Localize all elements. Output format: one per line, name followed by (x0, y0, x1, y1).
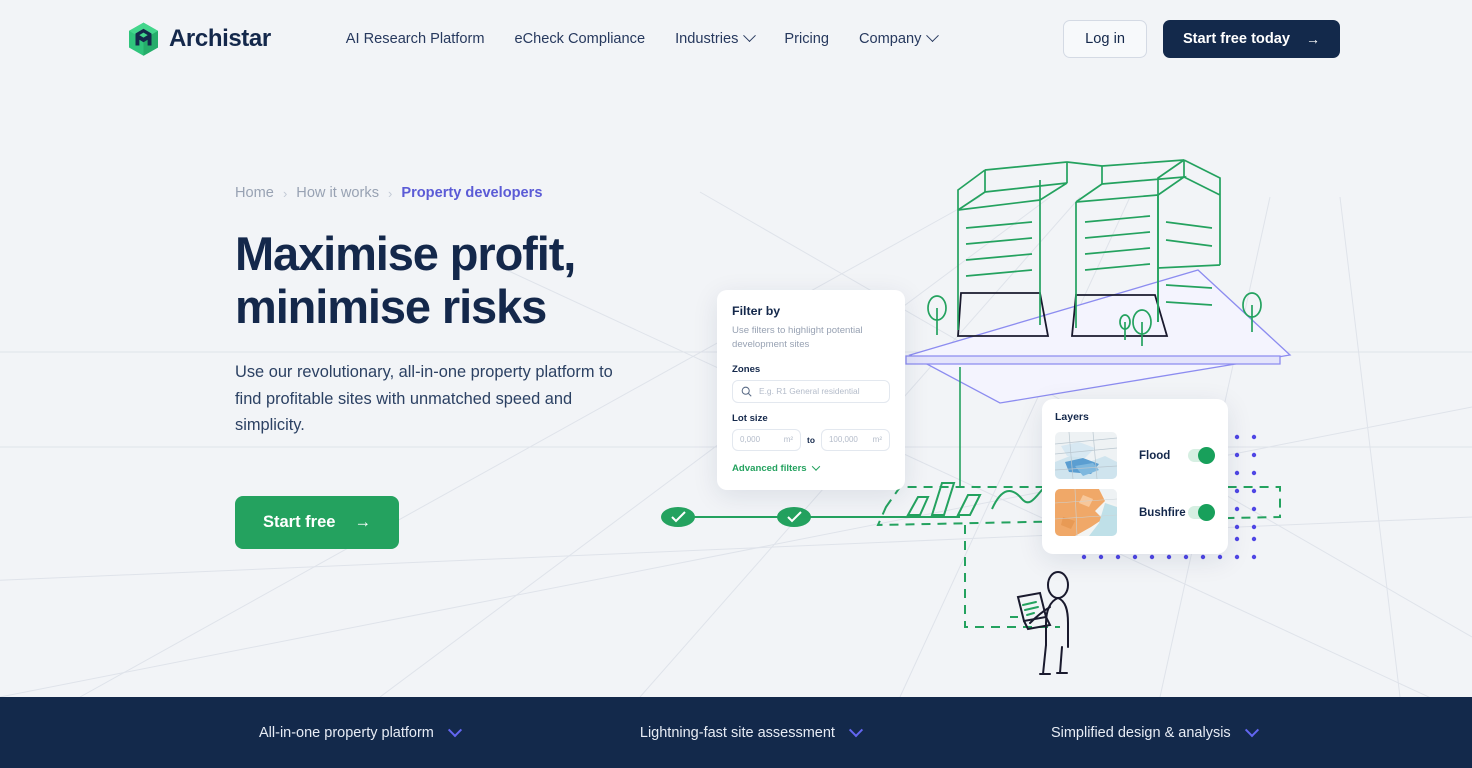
login-button[interactable]: Log in (1063, 19, 1147, 58)
bottom-bar-item-simplified-design-analysis[interactable]: Simplified design & analysis (1050, 722, 1259, 741)
bottom-bar-label: Lightning-fast site assessment (639, 724, 835, 741)
layer-name-bushfire: Bushfire (1139, 506, 1186, 519)
page-title-line-1: Maximise profit, (235, 227, 576, 280)
archistar-hexagon-logo (128, 22, 159, 56)
lot-size-max-unit: m² (872, 435, 882, 445)
header-actions: Log in Start free today → (1063, 19, 1340, 58)
layer-row-flood: Flood (1055, 432, 1215, 479)
nav-label: AI Research Platform (345, 30, 485, 47)
chevron-down-icon (447, 722, 462, 737)
breadcrumb-item-property-developers: Property developers (401, 185, 543, 201)
lot-size-min-value: 0,000 (740, 435, 761, 445)
nav-label: Pricing (784, 30, 829, 47)
nav-item-company[interactable]: Company (844, 23, 952, 55)
hero-section: Home › How it works › Property developer… (0, 77, 1472, 697)
nav-item-ai-research-platform[interactable]: AI Research Platform (331, 23, 500, 55)
advanced-filters-label: Advanced filters (732, 462, 807, 474)
page-title: Maximise profit, minimise risks (235, 227, 665, 333)
start-free-button[interactable]: Start free → (235, 495, 399, 549)
nav-item-industries[interactable]: Industries (660, 23, 769, 55)
chevron-down-icon (848, 722, 864, 737)
breadcrumb-separator-icon: › (282, 185, 288, 201)
breadcrumb-separator-icon: › (388, 185, 393, 201)
brand-name: Archistar (169, 24, 271, 52)
arrow-right-icon: → (1306, 30, 1320, 47)
zones-search-input[interactable]: E.g. R1 General residential (732, 379, 890, 403)
layer-name-flood: Flood (1139, 449, 1171, 462)
zones-search-placeholder: E.g. R1 General residential (759, 386, 860, 397)
site-header: Archistar AI Research Platform eCheck Co… (0, 0, 1472, 77)
hero-subtitle: Use our revolutionary, all-in-one proper… (235, 363, 613, 435)
layer-row-bushfire: Bushfire (1055, 489, 1215, 536)
chevron-down-icon (811, 462, 820, 472)
main-navigation: AI Research Platform eCheck Compliance I… (331, 23, 953, 55)
nav-label: eCheck Compliance (514, 30, 646, 47)
filter-by-card: Filter by Use filters to highlight poten… (717, 290, 905, 490)
chevron-down-icon (926, 29, 940, 43)
toggle-knob (1198, 447, 1215, 464)
bottom-bar-label: All-in-one property platform (259, 724, 434, 741)
brand-logo[interactable]: Archistar (128, 22, 271, 56)
start-free-label: Start free (263, 512, 336, 531)
nav-item-echeck-compliance[interactable]: eCheck Compliance (499, 23, 660, 55)
layer-toggle-flood[interactable] (1188, 447, 1215, 464)
bottom-bar-item-lightning-fast-site-assessment[interactable]: Lightning-fast site assessment (639, 722, 864, 741)
lot-size-max-input[interactable]: 100,000 m² (820, 428, 890, 451)
chevron-down-icon (743, 29, 757, 43)
zones-label: Zones (732, 363, 761, 375)
lot-size-range: 0,000 m² to 100,000 m² (732, 428, 890, 451)
flood-map-thumbnail (1055, 432, 1117, 479)
breadcrumb-item-home[interactable]: Home (235, 185, 274, 201)
filter-card-title: Filter by (732, 304, 781, 318)
layer-toggle-bushfire[interactable] (1188, 504, 1215, 521)
start-free-today-button[interactable]: Start free today → (1162, 19, 1340, 58)
person-with-laptop-illustration (1010, 571, 1069, 675)
nav-label: Industries (675, 30, 739, 47)
lot-size-label: Lot size (732, 412, 768, 424)
start-free-today-label: Start free today (1182, 30, 1290, 47)
lot-size-separator: to (807, 434, 815, 445)
nav-label: Company (858, 30, 922, 47)
bottom-feature-bar: All-in-one property platform Lightning-f… (0, 697, 1472, 768)
nav-item-pricing[interactable]: Pricing (769, 23, 844, 55)
hero-copy: Home › How it works › Property developer… (235, 185, 665, 549)
breadcrumb-item-how-it-works[interactable]: How it works (296, 185, 379, 201)
search-icon (741, 386, 752, 397)
advanced-filters-toggle[interactable]: Advanced filters (732, 462, 890, 474)
lot-size-min-unit: m² (783, 435, 794, 445)
bottom-bar-item-all-in-one-property-platform[interactable]: All-in-one property platform (259, 722, 462, 741)
toggle-knob (1198, 504, 1215, 521)
page-title-line-2: minimise risks (235, 280, 547, 334)
bushfire-map-thumbnail (1055, 489, 1117, 536)
breadcrumb: Home › How it works › Property developer… (235, 185, 665, 201)
arrow-right-icon: → (354, 512, 371, 531)
filter-card-description: Use filters to highlight potential devel… (732, 325, 863, 351)
lot-size-max-value: 100,000 (828, 435, 858, 445)
layers-card: Layers Flood Bushfire (1042, 399, 1228, 554)
chevron-down-icon (1244, 722, 1259, 737)
bottom-bar-label: Simplified design & analysis (1050, 724, 1231, 741)
lot-size-min-input[interactable]: 0,000 m² (732, 428, 802, 451)
layers-card-title: Layers (1055, 411, 1089, 423)
